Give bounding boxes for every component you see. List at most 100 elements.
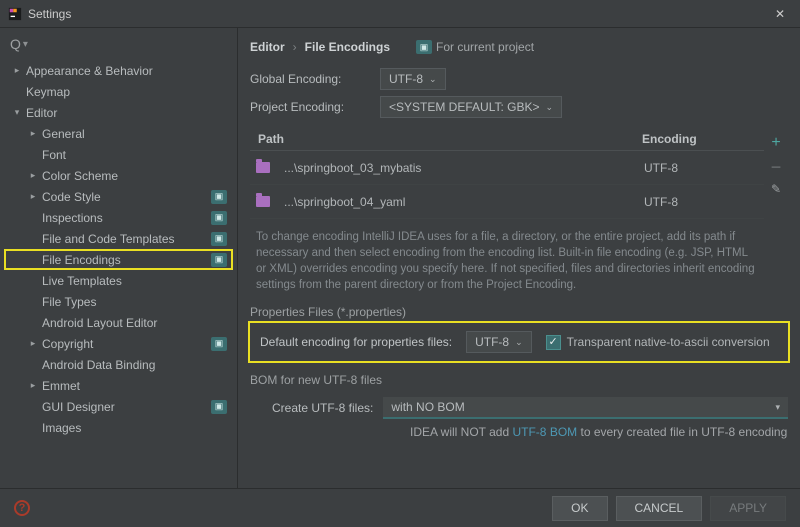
encoding-hint: To change encoding IntelliJ IDEA uses fo… — [250, 219, 764, 299]
transparent-conversion-checkbox[interactable]: ✓ — [546, 335, 561, 350]
properties-section-title: Properties Files (*.properties) — [250, 305, 788, 319]
sidebar-item-label: Keymap — [24, 85, 70, 99]
project-scope-icon: ▣ — [211, 232, 227, 246]
remove-path-button[interactable]: − — [771, 162, 782, 172]
properties-encoding-select[interactable]: UTF-8 ⌄ — [466, 331, 532, 353]
main-panel: Editor › File Encodings ▣ For current pr… — [238, 28, 800, 488]
sidebar-item-emmet[interactable]: ▸Emmet — [4, 375, 233, 396]
bom-link[interactable]: UTF-8 BOM — [512, 425, 577, 439]
project-encoding-select[interactable]: <SYSTEM DEFAULT: GBK> ⌄ — [380, 96, 562, 118]
sidebar-item-label: Inspections — [40, 211, 103, 225]
close-icon[interactable]: ✕ — [768, 7, 792, 21]
breadcrumb: Editor › File Encodings ▣ For current pr… — [250, 36, 788, 66]
sidebar-item-label: File and Code Templates — [40, 232, 175, 246]
project-scope-icon: ▣ — [211, 211, 227, 225]
bom-row: Create UTF-8 files: with NO BOM ▾ — [250, 397, 788, 419]
sidebar-item-label: Images — [40, 421, 81, 435]
sidebar-item-android-data-binding[interactable]: ▸Android Data Binding — [4, 354, 233, 375]
sidebar-item-label: Font — [40, 148, 66, 162]
row-path: ...\springboot_04_yaml — [278, 195, 644, 209]
project-encoding-label: Project Encoding: — [250, 100, 380, 114]
breadcrumb-editor[interactable]: Editor — [250, 40, 285, 54]
chevron-down-icon: ⌄ — [429, 74, 437, 85]
search-icon: Q — [10, 36, 21, 52]
sidebar-item-label: Code Style — [40, 190, 101, 204]
sidebar-item-code-style[interactable]: ▸Code Style ▣ — [4, 186, 233, 207]
sidebar-item-live-templates[interactable]: ▸Live Templates — [4, 270, 233, 291]
breadcrumb-page: File Encodings — [305, 40, 390, 54]
col-path[interactable]: Path — [252, 132, 642, 146]
sidebar-item-file-and-code-templates[interactable]: ▸File and Code Templates▣ — [4, 228, 233, 249]
project-scope-icon: ▣ — [211, 400, 227, 414]
settings-tree: ▸Appearance & Behavior▸Keymap▾Editor▸Gen… — [0, 60, 237, 438]
row-encoding[interactable]: UTF-8 — [644, 161, 764, 175]
properties-block: Default encoding for properties files: U… — [250, 323, 788, 361]
sidebar-item-general[interactable]: ▸General — [4, 123, 233, 144]
sidebar-item-label: Live Templates — [40, 274, 122, 288]
row-encoding[interactable]: UTF-8 — [644, 195, 764, 209]
sidebar-item-label: File Encodings — [40, 253, 121, 267]
chevron-right-icon: ▸ — [26, 191, 40, 202]
encoding-table: Path Encoding ...\springboot_03_mybatisU… — [250, 128, 764, 299]
search-input[interactable]: Q▾ — [0, 32, 237, 60]
breadcrumb-sep: › — [293, 40, 297, 54]
folder-icon — [256, 196, 270, 207]
window-title: Settings — [28, 7, 768, 21]
project-icon: ▣ — [416, 40, 432, 54]
chevron-down-icon: ⌄ — [515, 337, 523, 348]
sidebar-item-label: GUI Designer — [40, 400, 115, 414]
transparent-conversion-label[interactable]: Transparent native-to-ascii conversion — [567, 335, 770, 349]
sidebar-item-appearance-behavior[interactable]: ▸Appearance & Behavior — [4, 60, 233, 81]
help-button[interactable]: ? — [14, 500, 30, 516]
sidebar-item-font[interactable]: ▸Font — [4, 144, 233, 165]
chevron-down-icon: ▾ — [23, 39, 28, 50]
sidebar-item-label: Appearance & Behavior — [24, 64, 153, 78]
table-row[interactable]: ...\springboot_03_mybatisUTF-8 — [250, 151, 764, 185]
chevron-right-icon: ▸ — [26, 380, 40, 391]
bom-section-title: BOM for new UTF-8 files — [250, 373, 788, 387]
project-scope-icon: ▣ — [211, 253, 227, 267]
sidebar-item-copyright[interactable]: ▸Copyright▣ — [4, 333, 233, 354]
sidebar-item-label: Editor — [24, 106, 57, 120]
sidebar-item-editor[interactable]: ▾Editor — [4, 102, 233, 123]
row-path: ...\springboot_03_mybatis — [278, 161, 644, 175]
sidebar-item-android-layout-editor[interactable]: ▸Android Layout Editor — [4, 312, 233, 333]
cancel-button[interactable]: CANCEL — [616, 496, 703, 521]
sidebar-item-file-encodings[interactable]: ▸File Encodings▣ — [4, 249, 233, 270]
properties-encoding-label: Default encoding for properties files: — [260, 335, 452, 349]
sidebar-item-keymap[interactable]: ▸Keymap — [4, 81, 233, 102]
sidebar-item-label: File Types — [40, 295, 96, 309]
sidebar-item-file-types[interactable]: ▸File Types — [4, 291, 233, 312]
sidebar-item-label: Emmet — [40, 379, 80, 393]
sidebar: Q▾ ▸Appearance & Behavior▸Keymap▾Editor▸… — [0, 28, 238, 488]
app-icon — [8, 7, 22, 21]
sidebar-item-label: Android Data Binding — [40, 358, 155, 372]
chevron-right-icon: ▸ — [26, 128, 40, 139]
bom-label: Create UTF-8 files: — [250, 401, 373, 415]
apply-button[interactable]: APPLY — [710, 496, 786, 521]
project-scope-pill: ▣ For current project — [408, 38, 542, 56]
chevron-down-icon: ⌄ — [546, 102, 554, 113]
sidebar-item-color-scheme[interactable]: ▸Color Scheme — [4, 165, 233, 186]
global-encoding-row: Global Encoding: UTF-8 ⌄ — [250, 66, 788, 92]
table-row[interactable]: ...\springboot_04_yamlUTF-8 — [250, 185, 764, 219]
project-scope-icon: ▣ — [211, 337, 227, 351]
folder-icon — [256, 162, 270, 173]
col-encoding[interactable]: Encoding — [642, 132, 762, 146]
bom-select[interactable]: with NO BOM ▾ — [383, 397, 788, 419]
global-encoding-select[interactable]: UTF-8 ⌄ — [380, 68, 446, 90]
add-path-button[interactable]: + — [771, 134, 780, 152]
chevron-down-icon: ▾ — [10, 107, 24, 118]
sidebar-item-gui-designer[interactable]: ▸GUI Designer▣ — [4, 396, 233, 417]
sidebar-item-inspections[interactable]: ▸Inspections▣ — [4, 207, 233, 228]
ok-button[interactable]: OK — [552, 496, 607, 521]
edit-path-button[interactable]: ✎ — [771, 182, 781, 196]
title-bar: Settings ✕ — [0, 0, 800, 28]
chevron-down-icon: ▾ — [775, 402, 780, 413]
project-scope-icon: ▣ — [211, 190, 227, 204]
sidebar-item-images[interactable]: ▸Images — [4, 417, 233, 438]
sidebar-item-label: Copyright — [40, 337, 93, 351]
chevron-right-icon: ▸ — [26, 170, 40, 181]
bom-note: IDEA will NOT add UTF-8 BOM to every cre… — [250, 419, 788, 439]
dialog-footer: ? OK CANCEL APPLY — [0, 488, 800, 527]
